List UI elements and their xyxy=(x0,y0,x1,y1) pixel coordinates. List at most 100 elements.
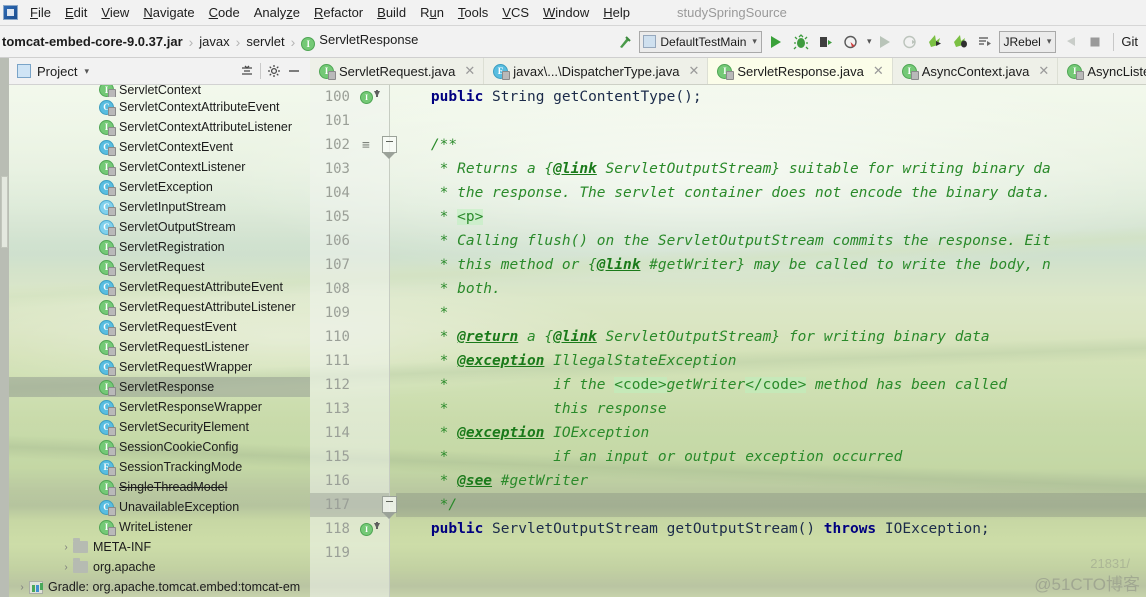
code-line-113[interactable]: * this response xyxy=(396,397,1146,421)
breadcrumb-item-servletresponse[interactable]: I ServletResponse xyxy=(299,32,420,51)
breadcrumb-item-javax[interactable]: javax xyxy=(197,34,231,49)
code-line-116[interactable]: * @see #getWriter xyxy=(396,469,1146,493)
gutter-line-117[interactable]: 117 xyxy=(310,493,390,517)
chevron-down-icon[interactable]: ▾ xyxy=(84,66,89,77)
editor-tab-asynccontext-java[interactable]: I AsyncContext.java ✕ xyxy=(893,58,1059,84)
tree-node-servletinputstream[interactable]: C ServletInputStream xyxy=(9,197,310,217)
editor-tab-servletrequest-java[interactable]: I ServletRequest.java ✕ xyxy=(310,58,485,84)
scrollbar-thumb[interactable] xyxy=(1,176,8,248)
implemented-method-icon[interactable]: I xyxy=(360,89,380,104)
gutter-line-110[interactable]: 110 xyxy=(310,325,390,349)
menu-item-help[interactable]: Help xyxy=(596,3,637,22)
gutter-line-102[interactable]: 102 ≡ xyxy=(310,133,390,157)
tree-node-gradle-org.apache.tomcat.embed-tomcat-em[interactable]: › Gradle: org.apache.tomcat.embed:tomcat-… xyxy=(9,577,310,597)
code-line-117[interactable]: */ xyxy=(396,493,1146,517)
gutter-line-114[interactable]: 114 xyxy=(310,421,390,445)
profile-icon[interactable] xyxy=(840,31,862,53)
gutter-line-105[interactable]: 105 xyxy=(310,205,390,229)
code-line-104[interactable]: * the response. The servlet container do… xyxy=(396,181,1146,205)
menu-item-view[interactable]: View xyxy=(94,3,136,22)
close-icon[interactable]: ✕ xyxy=(873,63,884,79)
gutter-line-111[interactable]: 111 xyxy=(310,349,390,373)
jrebel-more-icon[interactable] xyxy=(974,31,996,53)
editor-tab-asynclistener-java[interactable]: IAsyncListener.java xyxy=(1058,58,1146,84)
gutter-line-118[interactable]: 118 I xyxy=(310,517,390,541)
code-line-103[interactable]: * Returns a {@link ServletOutputStream} … xyxy=(396,157,1146,181)
code-line-105[interactable]: * <p> xyxy=(396,205,1146,229)
gutter-line-108[interactable]: 108 xyxy=(310,277,390,301)
tree-node-servletexception[interactable]: C ServletException xyxy=(9,177,310,197)
code-line-101[interactable] xyxy=(396,109,1146,133)
gutter-line-106[interactable]: 106 xyxy=(310,229,390,253)
tree-node-servletrequestattributelistener[interactable]: I ServletRequestAttributeListener xyxy=(9,297,310,317)
gutter-line-116[interactable]: 116 xyxy=(310,469,390,493)
code-line-115[interactable]: * if an input or output exception occurr… xyxy=(396,445,1146,469)
code-line-106[interactable]: * Calling flush() on the ServletOutputSt… xyxy=(396,229,1146,253)
tree-node-servletcontext[interactable]: I ServletContext xyxy=(9,85,310,97)
chevron-right-icon[interactable]: › xyxy=(59,562,73,573)
menu-item-build[interactable]: Build xyxy=(370,3,413,22)
implemented-method-icon[interactable]: I xyxy=(360,521,380,536)
tree-node-meta-inf[interactable]: › META-INF xyxy=(9,537,310,557)
tree-node-servletresponsewrapper[interactable]: C ServletResponseWrapper xyxy=(9,397,310,417)
menu-item-file[interactable]: File xyxy=(23,3,58,22)
code-area[interactable]: public String getContentType(); /** * Re… xyxy=(396,85,1146,597)
chevron-right-icon[interactable]: › xyxy=(59,542,73,553)
chevron-right-icon[interactable]: › xyxy=(15,582,29,593)
tree-node-singlethreadmodel[interactable]: I SingleThreadModel xyxy=(9,477,310,497)
menu-item-window[interactable]: Window xyxy=(536,3,596,22)
code-line-114[interactable]: * @exception IOException xyxy=(396,421,1146,445)
tree-node-servletregistration[interactable]: I ServletRegistration xyxy=(9,237,310,257)
breadcrumb-item-servlet[interactable]: servlet xyxy=(244,34,286,49)
fold-marker-line-102[interactable] xyxy=(382,136,397,159)
menu-item-refactor[interactable]: Refactor xyxy=(307,3,370,22)
editor-gutter[interactable]: 100 I 101 102 ≡ 103 104 105 106 107 108 109 110 111 11… xyxy=(310,85,390,597)
code-line-109[interactable]: * xyxy=(396,301,1146,325)
code-line-119[interactable] xyxy=(396,541,1146,565)
gutter-line-113[interactable]: 113 xyxy=(310,397,390,421)
code-line-118[interactable]: public ServletOutputStream getOutputStre… xyxy=(396,517,1146,541)
menu-item-code[interactable]: Code xyxy=(202,3,247,22)
menu-item-tools[interactable]: Tools xyxy=(451,3,495,22)
code-line-112[interactable]: * if the <code>getWriter</code> method h… xyxy=(396,373,1146,397)
project-tree[interactable]: I ServletContext C ServletContextAttributeE… xyxy=(9,85,310,597)
minimize-icon[interactable] xyxy=(284,61,304,81)
tree-node-servletrequestlistener[interactable]: I ServletRequestListener xyxy=(9,337,310,357)
menu-item-analyze[interactable]: Analyze xyxy=(247,3,307,22)
breadcrumb-item-tomcat-embed-core-9-0-37-jar[interactable]: tomcat-embed-core-9.0.37.jar xyxy=(0,34,185,49)
menu-item-edit[interactable]: Edit xyxy=(58,3,94,22)
code-line-111[interactable]: * @exception IllegalStateException xyxy=(396,349,1146,373)
gutter-line-107[interactable]: 107 xyxy=(310,253,390,277)
close-icon[interactable]: ✕ xyxy=(688,63,699,79)
debug-icon[interactable] xyxy=(790,31,812,53)
jrebel-selector[interactable]: JRebel ▾ xyxy=(999,30,1057,53)
tree-node-servletcontextlistener[interactable]: I ServletContextListener xyxy=(9,157,310,177)
gutter-line-103[interactable]: 103 xyxy=(310,157,390,181)
tree-node-sessiontrackingmode[interactable]: E SessionTrackingMode xyxy=(9,457,310,477)
jrebel-run-icon[interactable] xyxy=(924,31,946,53)
javadoc-render-icon[interactable]: ≡ xyxy=(362,138,370,153)
code-line-110[interactable]: * @return a {@link ServletOutputStream} … xyxy=(396,325,1146,349)
editor-tab-javax-dispatchertype-java[interactable]: Ejavax\...\DispatcherType.java ✕ xyxy=(484,58,709,84)
profile-dropdown-chevron-icon[interactable]: ▾ xyxy=(867,36,872,47)
tree-node-servletrequestwrapper[interactable]: C ServletRequestWrapper xyxy=(9,357,310,377)
menu-item-run[interactable]: Run xyxy=(413,3,451,22)
menu-item-vcs[interactable]: VCS xyxy=(495,3,536,22)
menu-item-navigate[interactable]: Navigate xyxy=(136,3,201,22)
close-icon[interactable]: ✕ xyxy=(464,63,475,79)
tree-node-writelistener[interactable]: I WriteListener xyxy=(9,517,310,537)
gutter-line-100[interactable]: 100 I xyxy=(310,85,390,109)
build-hammer-icon[interactable] xyxy=(614,31,636,53)
code-line-107[interactable]: * this method or {@link #getWriter} may … xyxy=(396,253,1146,277)
tree-node-servletoutputstream[interactable]: C ServletOutputStream xyxy=(9,217,310,237)
run-configuration-selector[interactable]: DefaultTestMain ▾ xyxy=(639,30,762,53)
jrebel-debug-icon[interactable] xyxy=(949,31,971,53)
gutter-line-109[interactable]: 109 xyxy=(310,301,390,325)
tree-node-servletrequestevent[interactable]: C ServletRequestEvent xyxy=(9,317,310,337)
tree-node-sessioncookieconfig[interactable]: I SessionCookieConfig xyxy=(9,437,310,457)
code-line-102[interactable]: /** xyxy=(396,133,1146,157)
gutter-line-101[interactable]: 101 xyxy=(310,109,390,133)
tree-node-servletrequest[interactable]: I ServletRequest xyxy=(9,257,310,277)
tree-node-servletcontextevent[interactable]: C ServletContextEvent xyxy=(9,137,310,157)
gear-icon[interactable] xyxy=(264,61,284,81)
